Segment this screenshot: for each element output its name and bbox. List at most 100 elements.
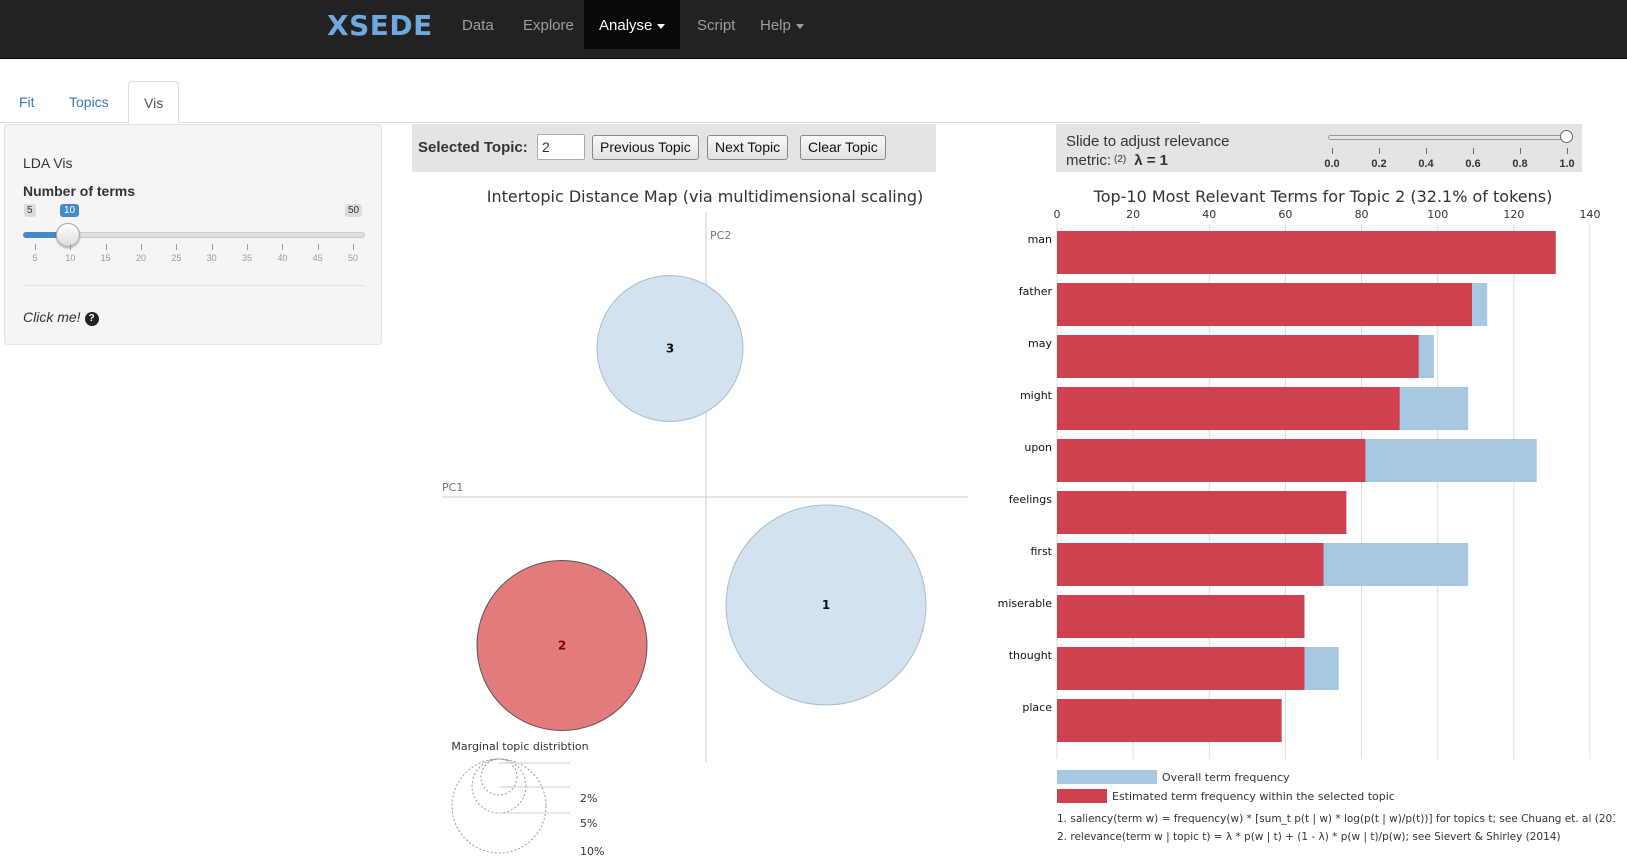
lambda-slider-handle[interactable] <box>1560 130 1573 143</box>
nav-data-label: Data <box>462 17 494 34</box>
slider-tick <box>176 244 178 250</box>
lambda-tick-label: 0.0 <box>1324 158 1340 170</box>
bar-estimated[interactable] <box>1057 491 1347 534</box>
slider-tick <box>141 244 142 250</box>
click-me-link[interactable]: Click me!? <box>23 309 99 326</box>
next-topic-button[interactable]: Next Topic <box>707 135 789 160</box>
slider-value-label: 10 <box>60 204 80 217</box>
lambda-tick <box>1520 148 1521 154</box>
sidebar-title: LDA Vis <box>23 155 73 171</box>
term-label[interactable]: miserable <box>998 597 1053 610</box>
legend-swatch-overall <box>1057 770 1157 784</box>
nav-analyse-label: Analyse <box>599 17 653 34</box>
relevance-label-line1: Slide to adjust relevance <box>1066 133 1230 150</box>
lambda-tick <box>1379 148 1380 154</box>
bar-xtick-label: 140 <box>1580 208 1601 221</box>
tab-topics[interactable]: Topics <box>54 81 124 123</box>
nav-explore[interactable]: Explore <box>508 0 589 49</box>
pc1-label: PC1 <box>442 481 463 494</box>
nav-data[interactable]: Data <box>447 0 509 49</box>
slider-tick-label: 45 <box>312 253 323 263</box>
topic-circle-label-3: 3 <box>666 342 674 356</box>
slider-tick <box>35 244 36 250</box>
slider-max-label: 50 <box>345 204 363 217</box>
slider-tick-label: 5 <box>32 253 38 263</box>
lambda-tick-label: 0.6 <box>1465 158 1481 170</box>
lambda-tick-label: 1.0 <box>1559 158 1575 170</box>
bar-xtick-label: 0 <box>1054 208 1061 221</box>
marginal-legend-title: Marginal topic distribtion <box>451 740 588 753</box>
lambda-tick <box>1473 148 1474 154</box>
slider-tick-label: 30 <box>206 253 217 263</box>
lambda-slider-track[interactable] <box>1328 135 1563 140</box>
relevance-footnote-ref: (2) <box>1114 154 1127 165</box>
question-circle-icon[interactable]: ? <box>84 312 99 326</box>
legend-circle-10 <box>451 758 547 854</box>
tab-vis-label: Vis <box>144 95 164 111</box>
top-terms-bar-chart: Top-10 Most Relevant Terms for Topic 2 (… <box>998 187 1615 843</box>
bar-xtick-label: 60 <box>1278 208 1292 221</box>
lambda-tick <box>1332 148 1333 154</box>
bar-estimated[interactable] <box>1057 543 1324 586</box>
marginal-legend: 2% 5% 10% <box>451 758 604 858</box>
term-label[interactable]: place <box>1022 701 1052 714</box>
legend-circle-5 <box>471 758 527 814</box>
nav-help-label: Help <box>760 17 791 34</box>
term-label[interactable]: father <box>1019 285 1053 298</box>
clear-topic-button[interactable]: Clear Topic <box>800 135 886 160</box>
bar-estimated[interactable] <box>1057 699 1282 742</box>
lambda-tick <box>1567 148 1568 154</box>
term-label[interactable]: feelings <box>1009 493 1052 506</box>
topic-circle-label-2: 2 <box>558 639 566 653</box>
nav-script[interactable]: Script <box>682 0 750 49</box>
topic-controls: Selected Topic: 2 Previous Topic Next To… <box>412 124 936 172</box>
lambda-value: λ = 1 <box>1134 152 1169 169</box>
bar-estimated[interactable] <box>1057 283 1472 326</box>
bar-estimated[interactable] <box>1057 231 1556 274</box>
previous-topic-button[interactable]: Previous Topic <box>592 135 699 160</box>
bar-xtick-label: 100 <box>1427 208 1448 221</box>
brand-logo[interactable]: XSEDE <box>327 9 433 42</box>
term-label[interactable]: upon <box>1024 441 1052 454</box>
bar-chart-term-labels: man father may might upon feelings first misera… <box>998 233 1053 714</box>
bar-estimated[interactable] <box>1057 439 1366 482</box>
nav-script-label: Script <box>697 17 736 34</box>
caret-down-icon <box>795 23 804 29</box>
term-label[interactable]: may <box>1028 337 1052 350</box>
term-label[interactable]: man <box>1028 233 1052 246</box>
bar-estimated[interactable] <box>1057 387 1400 430</box>
pc2-label: PC2 <box>710 229 731 242</box>
slider-label: Number of terms <box>23 183 136 199</box>
selected-topic-input[interactable]: 2 <box>537 134 585 160</box>
topic-circles: 1 3 2 <box>476 275 927 731</box>
bar-xtick-label: 20 <box>1126 208 1140 221</box>
slider-tick <box>317 244 319 250</box>
click-me-label: Click me! <box>23 309 81 325</box>
bar-chart-title: Top-10 Most Relevant Terms for Topic 2 (… <box>1093 187 1553 206</box>
bar-estimated[interactable] <box>1057 647 1305 690</box>
selected-topic-label: Selected Topic: <box>418 139 528 156</box>
nav-help[interactable]: Help <box>745 0 819 49</box>
tab-bar: Fit Topics Vis <box>0 81 1200 124</box>
term-label[interactable]: first <box>1031 545 1053 558</box>
tab-vis[interactable]: Vis <box>128 81 180 124</box>
slider-tick-label: 15 <box>100 253 111 263</box>
bar-xtick-label: 80 <box>1355 208 1369 221</box>
legend-label-estimated: Estimated term frequency within the sele… <box>1112 790 1395 803</box>
sidebar-panel: LDA Vis Number of terms 5 10 50 5 10 15 20 2… <box>4 124 382 345</box>
tab-fit-label: Fit <box>19 94 35 110</box>
nav-analyse[interactable]: Analyse <box>584 0 681 49</box>
slider-tick <box>353 244 354 250</box>
tab-fit[interactable]: Fit <box>4 81 50 123</box>
slider-handle[interactable] <box>56 223 80 247</box>
slider-tick <box>211 244 213 250</box>
term-label[interactable]: thought <box>1009 649 1053 662</box>
bar-xtick-label: 40 <box>1202 208 1216 221</box>
slider-tick <box>70 244 72 250</box>
term-label[interactable]: might <box>1020 389 1053 402</box>
bar-estimated[interactable] <box>1057 335 1419 378</box>
bar-estimated[interactable] <box>1057 595 1305 638</box>
slider-tick-label: 20 <box>135 253 146 263</box>
legend-label-5: 5% <box>580 817 597 830</box>
slider-tick <box>282 244 284 250</box>
